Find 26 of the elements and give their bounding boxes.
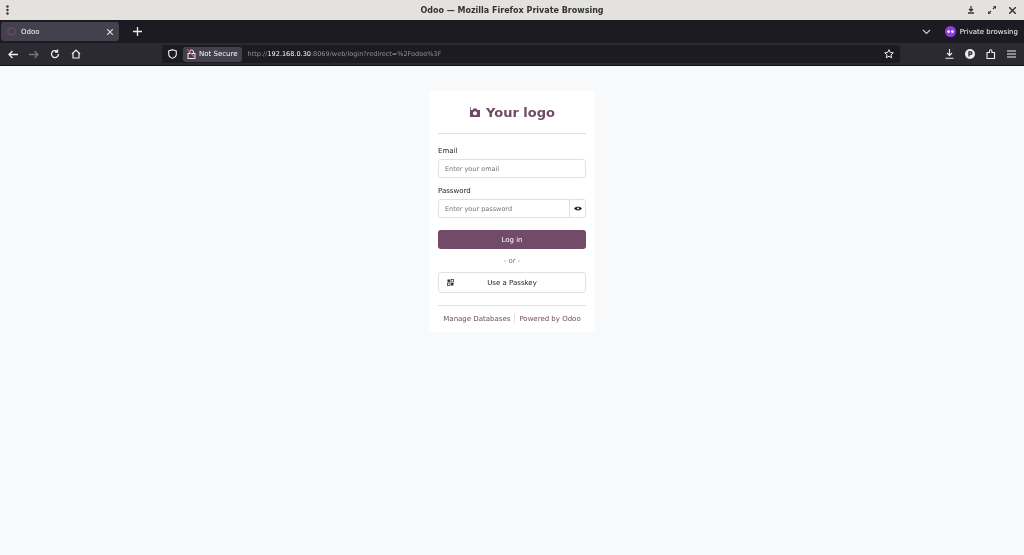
menu-icon[interactable] xyxy=(6,5,9,15)
chevron-down-icon[interactable] xyxy=(921,28,931,35)
eye-icon xyxy=(573,206,582,211)
logo-text: Your logo xyxy=(486,104,555,120)
window-title: Odoo — Mozilla Firefox Private Browsing xyxy=(419,5,605,15)
show-password-button[interactable] xyxy=(570,199,586,218)
extensions-icon[interactable] xyxy=(986,49,996,59)
forward-arrow-icon[interactable] xyxy=(29,49,39,59)
minimize-icon[interactable] xyxy=(967,6,975,14)
download-icon[interactable] xyxy=(945,49,954,59)
menu-icon[interactable] xyxy=(1007,50,1016,58)
private-mask-icon xyxy=(944,26,956,37)
back-arrow-icon[interactable] xyxy=(8,49,18,59)
tab-favicon-icon xyxy=(7,27,16,36)
home-icon[interactable] xyxy=(71,49,81,59)
passkey-icon xyxy=(447,279,454,286)
pocket-icon[interactable] xyxy=(965,49,975,59)
camera-icon xyxy=(469,106,481,118)
maximize-icon[interactable] xyxy=(988,6,996,14)
reload-icon[interactable] xyxy=(50,49,60,59)
close-icon[interactable] xyxy=(1009,6,1016,14)
shield-icon[interactable] xyxy=(168,49,177,59)
lock-strike-icon xyxy=(187,49,196,59)
new-tab-icon[interactable] xyxy=(133,27,142,36)
close-tab-icon[interactable] xyxy=(107,28,113,35)
bookmark-star-icon[interactable] xyxy=(884,49,894,59)
